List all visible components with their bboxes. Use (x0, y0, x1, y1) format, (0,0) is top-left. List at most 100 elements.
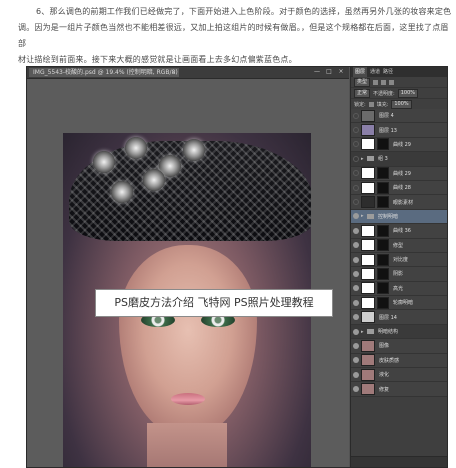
visibility-eye-icon[interactable] (353, 357, 359, 364)
layer-thumbnail[interactable] (361, 138, 375, 151)
layer-name: 明暗结构 (378, 329, 399, 336)
layer-mask-thumbnail[interactable] (377, 167, 389, 180)
layer-thumbnail[interactable] (361, 267, 375, 280)
panel-bottom-toolbar (351, 456, 447, 467)
visibility-eye-icon[interactable] (353, 342, 359, 349)
close-icon[interactable]: × (171, 68, 176, 77)
visibility-eye-icon[interactable] (353, 328, 359, 335)
jewel (143, 169, 165, 191)
visibility-eye-icon[interactable] (353, 127, 359, 134)
folder-icon (367, 329, 374, 335)
jewel (93, 151, 115, 173)
opacity-label: 不透明度: (373, 90, 395, 97)
layer-thumbnail[interactable] (361, 354, 375, 367)
visibility-eye-icon[interactable] (353, 285, 359, 292)
layer-mask-thumbnail[interactable] (377, 138, 389, 151)
layer-thumbnail[interactable] (361, 167, 375, 180)
layer-thumbnail[interactable] (361, 368, 375, 381)
layer-row[interactable]: 眼影素材 (351, 195, 447, 210)
document-tab[interactable]: IMG_5543-校酸的.psd @ 19.4% (控制明暗, RGB/8) × (29, 68, 179, 77)
layer-thumbnail[interactable] (361, 383, 375, 396)
blend-mode-select[interactable]: 正常 (354, 88, 371, 98)
layer-mask-thumbnail[interactable] (377, 253, 389, 266)
layer-thumbnail[interactable] (361, 224, 375, 237)
visibility-eye-icon[interactable] (353, 270, 359, 277)
layer-thumbnail[interactable] (361, 311, 375, 324)
visibility-eye-icon[interactable] (353, 213, 359, 220)
layer-row[interactable]: 高光 (351, 281, 447, 297)
layer-row[interactable]: 曲线 29 (351, 137, 447, 153)
article-line: 6、那么调色的前期工作我们已经做完了，下面开始进入上色阶段。对于颜色的选择，虽然… (36, 7, 452, 16)
layer-row[interactable]: 图层 14 (351, 310, 447, 325)
layer-group-row[interactable]: ▸ 控制明暗 (351, 209, 447, 225)
layer-row[interactable]: 修型 (351, 238, 447, 253)
layer-thumbnail[interactable] (361, 239, 375, 252)
expand-arrow-icon[interactable]: ▸ (361, 213, 365, 219)
layer-row[interactable]: 轮廓明暗 (351, 296, 447, 311)
opacity-input[interactable]: 100% (397, 88, 418, 98)
visibility-eye-icon[interactable] (353, 242, 359, 249)
visibility-eye-icon[interactable] (353, 199, 359, 206)
layer-row[interactable]: 曲线 28 (351, 180, 447, 196)
layer-row[interactable]: 图层 13 (351, 123, 447, 138)
layer-group-row[interactable]: ▸ 明暗结构 (351, 324, 447, 340)
layer-mask-thumbnail[interactable] (377, 267, 389, 280)
layer-name: 对比度 (393, 257, 409, 264)
layer-mask-thumbnail[interactable] (377, 296, 389, 309)
visibility-eye-icon[interactable] (353, 170, 359, 177)
layer-group-row[interactable]: ▸ 组 3 (351, 152, 447, 167)
visibility-eye-icon[interactable] (353, 227, 359, 234)
tab-layers[interactable]: 图层 (353, 67, 368, 77)
visibility-eye-icon[interactable] (353, 112, 359, 119)
layer-thumbnail[interactable] (361, 181, 375, 194)
document-tab-bar: IMG_5543-校酸的.psd @ 19.4% (控制明暗, RGB/8) ×… (27, 67, 349, 79)
visibility-eye-icon[interactable] (353, 314, 359, 321)
layer-thumbnail[interactable] (361, 124, 375, 137)
visibility-eye-icon[interactable] (353, 386, 359, 393)
layer-row[interactable]: 图层 4 (351, 109, 447, 124)
folder-icon (367, 156, 374, 162)
fill-label: 填充: (376, 101, 389, 108)
layer-thumbnail[interactable] (361, 282, 375, 295)
layer-row[interactable]: 图像 (351, 339, 447, 354)
layer-thumbnail[interactable] (361, 296, 375, 309)
visibility-eye-icon[interactable] (353, 155, 359, 162)
visibility-eye-icon[interactable] (353, 371, 359, 378)
layer-mask-thumbnail[interactable] (377, 196, 389, 209)
layer-thumbnail[interactable] (361, 339, 375, 352)
layer-row[interactable]: 对比度 (351, 252, 447, 268)
visibility-eye-icon[interactable] (353, 299, 359, 306)
layer-row[interactable]: 曲线 29 (351, 166, 447, 181)
layer-row[interactable]: 液化 (351, 368, 447, 383)
layer-thumbnail[interactable] (361, 253, 375, 266)
neck (147, 423, 227, 467)
adjust-filter-icon[interactable] (381, 79, 387, 85)
maximize-icon[interactable]: □ (325, 68, 333, 76)
text-filter-icon[interactable] (389, 79, 395, 85)
layer-mask-thumbnail[interactable] (377, 181, 389, 194)
kind-select[interactable]: 类型 (354, 77, 371, 87)
expand-arrow-icon[interactable]: ▸ (361, 329, 365, 335)
pixel-filter-icon[interactable] (373, 79, 379, 85)
tab-channels[interactable]: 通道 (370, 67, 380, 77)
visibility-eye-icon[interactable] (353, 141, 359, 148)
layer-name: 轮廓明暗 (393, 300, 414, 307)
visibility-eye-icon[interactable] (353, 256, 359, 263)
layer-row[interactable]: 阴影 (351, 267, 447, 282)
fill-input[interactable]: 100% (391, 99, 412, 109)
layer-mask-thumbnail[interactable] (377, 282, 389, 295)
close-icon[interactable]: × (337, 68, 345, 76)
lock-icon[interactable] (368, 101, 374, 107)
layer-thumbnail[interactable] (361, 109, 375, 122)
canvas-area[interactable] (27, 79, 349, 467)
layer-row[interactable]: 修复 (351, 382, 447, 397)
minimize-icon[interactable]: — (313, 68, 321, 76)
layer-row[interactable]: 皮肤质感 (351, 353, 447, 369)
layer-mask-thumbnail[interactable] (377, 239, 389, 252)
visibility-eye-icon[interactable] (353, 184, 359, 191)
expand-arrow-icon[interactable]: ▸ (361, 156, 365, 162)
layer-row[interactable]: 曲线 36 (351, 224, 447, 239)
tab-paths[interactable]: 路径 (383, 67, 393, 77)
layer-thumbnail[interactable] (361, 196, 375, 209)
layer-mask-thumbnail[interactable] (377, 224, 389, 237)
